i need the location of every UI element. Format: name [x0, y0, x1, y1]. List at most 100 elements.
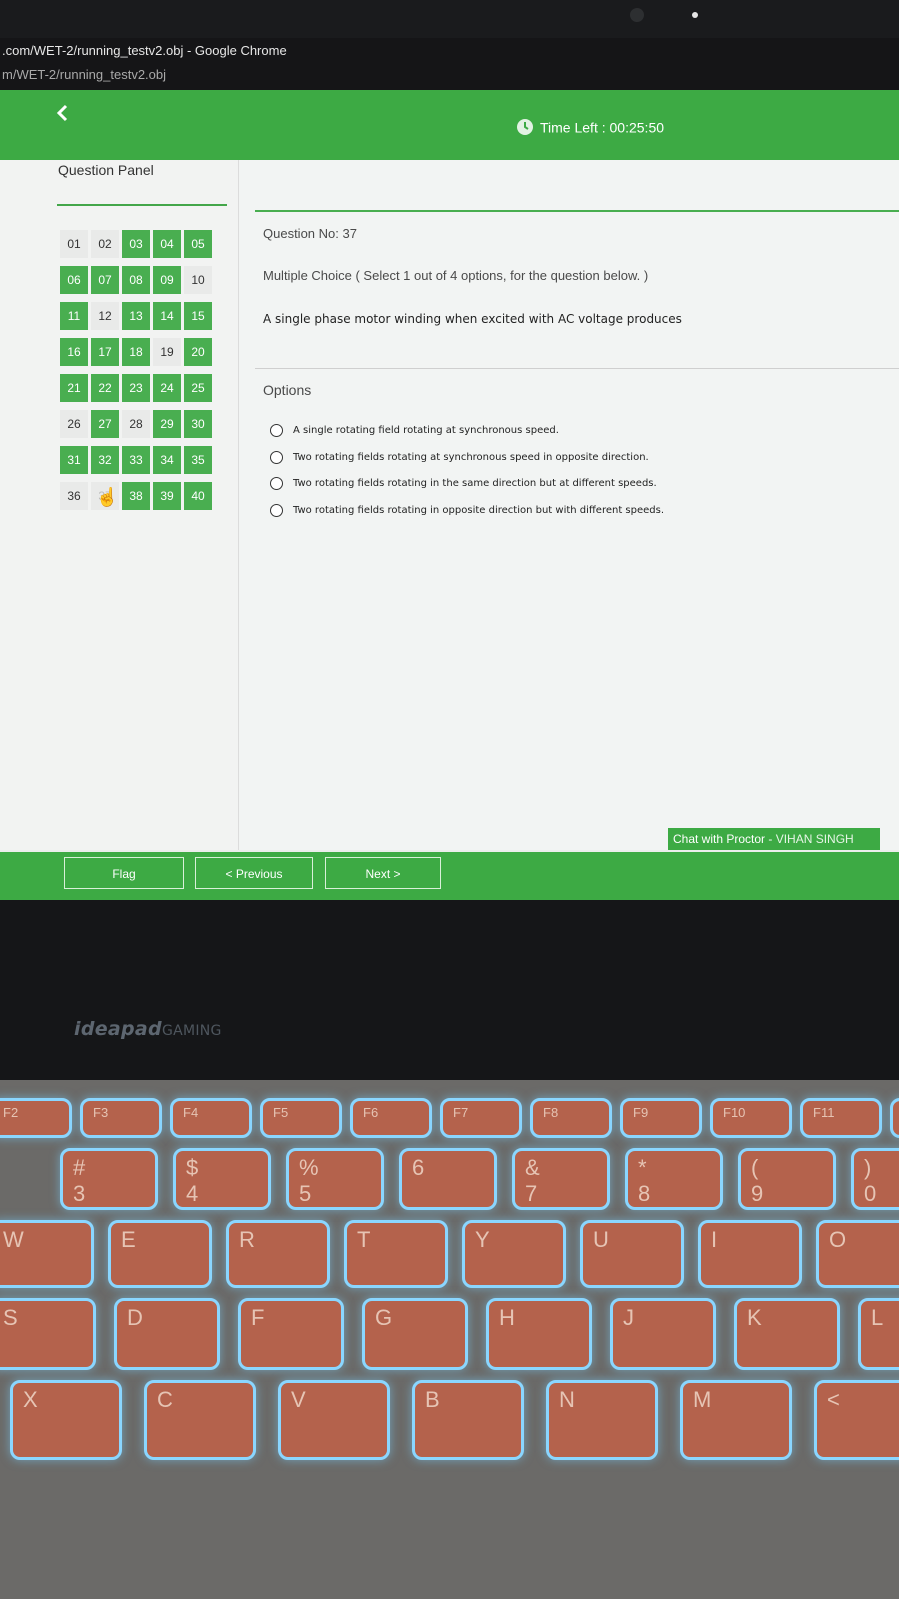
key-home-row-4[interactable]: H — [486, 1298, 592, 1370]
time-left: Time Left : 00:25:50 — [516, 116, 664, 137]
question-cell-30[interactable]: 30 — [184, 410, 212, 438]
key-number-row-7[interactable]: ) 0 — [851, 1148, 899, 1210]
key-number-row-5[interactable]: * 8 — [625, 1148, 723, 1210]
radio-button[interactable] — [270, 451, 283, 464]
question-cell-29[interactable]: 29 — [153, 410, 181, 438]
key-bottom-row-5[interactable]: M — [680, 1380, 792, 1460]
key-home-row-1[interactable]: D — [114, 1298, 220, 1370]
question-cell-10[interactable]: 10 — [184, 266, 212, 294]
question-cell-04[interactable]: 04 — [153, 230, 181, 258]
question-cell-34[interactable]: 34 — [153, 446, 181, 474]
question-cell-07[interactable]: 07 — [91, 266, 119, 294]
question-cell-01[interactable]: 01 — [60, 230, 88, 258]
question-cell-05[interactable]: 05 — [184, 230, 212, 258]
question-cell-31[interactable]: 31 — [60, 446, 88, 474]
question-cell-35[interactable]: 35 — [184, 446, 212, 474]
footer-bar: Flag < Previous Next > — [0, 852, 899, 900]
key-bottom-row-4[interactable]: N — [546, 1380, 658, 1460]
key-home-row-5[interactable]: J — [610, 1298, 716, 1370]
question-cell-20[interactable]: 20 — [184, 338, 212, 366]
key-top-row-1[interactable]: E — [108, 1220, 212, 1288]
option-1[interactable]: A single rotating field rotating at sync… — [270, 424, 559, 437]
key-home-row-3[interactable]: G — [362, 1298, 468, 1370]
key-top-row-3[interactable]: T — [344, 1220, 448, 1288]
key-bottom-row-3[interactable]: B — [412, 1380, 524, 1460]
browser-url[interactable]: m/WET-2/running_testv2.obj — [0, 64, 899, 90]
key-fn-row-6[interactable]: F8 — [530, 1098, 612, 1138]
key-fn-row-10[interactable]: F12 — [890, 1098, 899, 1138]
key-fn-row-4[interactable]: F6 — [350, 1098, 432, 1138]
question-cell-22[interactable]: 22 — [91, 374, 119, 402]
key-number-row-2[interactable]: % 5 — [286, 1148, 384, 1210]
question-panel-title: Question Panel — [58, 162, 154, 178]
key-number-row-1[interactable]: $ 4 — [173, 1148, 271, 1210]
question-cell-39[interactable]: 39 — [153, 482, 181, 510]
question-cell-03[interactable]: 03 — [122, 230, 150, 258]
question-cell-17[interactable]: 17 — [91, 338, 119, 366]
radio-button[interactable] — [270, 424, 283, 437]
question-cell-14[interactable]: 14 — [153, 302, 181, 330]
previous-button[interactable]: < Previous — [195, 857, 313, 889]
key-fn-row-1[interactable]: F3 — [80, 1098, 162, 1138]
key-home-row-6[interactable]: K — [734, 1298, 840, 1370]
next-button[interactable]: Next > — [325, 857, 441, 889]
back-chevron-icon[interactable] — [52, 100, 74, 126]
question-cell-28[interactable]: 28 — [122, 410, 150, 438]
key-bottom-row-6[interactable]: < — [814, 1380, 899, 1460]
question-cell-32[interactable]: 32 — [91, 446, 119, 474]
radio-button[interactable] — [270, 504, 283, 517]
key-top-row-2[interactable]: R — [226, 1220, 330, 1288]
question-cell-11[interactable]: 11 — [60, 302, 88, 330]
question-cell-33[interactable]: 33 — [122, 446, 150, 474]
key-legend: F11 — [813, 1105, 835, 1120]
key-top-row-4[interactable]: Y — [462, 1220, 566, 1288]
key-fn-row-8[interactable]: F10 — [710, 1098, 792, 1138]
question-cell-27[interactable]: 27 — [91, 410, 119, 438]
chat-with-proctor-button[interactable]: Chat with Proctor - VIHAN SINGH — [668, 828, 880, 850]
key-fn-row-9[interactable]: F11 — [800, 1098, 882, 1138]
key-fn-row-7[interactable]: F9 — [620, 1098, 702, 1138]
question-cell-16[interactable]: 16 — [60, 338, 88, 366]
question-cell-06[interactable]: 06 — [60, 266, 88, 294]
question-cell-21[interactable]: 21 — [60, 374, 88, 402]
key-home-row-7[interactable]: L — [858, 1298, 899, 1370]
option-3[interactable]: Two rotating fields rotating in the same… — [270, 477, 657, 490]
key-number-row-0[interactable]: # 3 — [60, 1148, 158, 1210]
question-cell-25[interactable]: 25 — [184, 374, 212, 402]
key-top-row-6[interactable]: I — [698, 1220, 802, 1288]
key-home-row-2[interactable]: F — [238, 1298, 344, 1370]
key-number-row-6[interactable]: ( 9 — [738, 1148, 836, 1210]
key-bottom-row-2[interactable]: V — [278, 1380, 390, 1460]
question-cell-23[interactable]: 23 — [122, 374, 150, 402]
question-cell-26[interactable]: 26 — [60, 410, 88, 438]
option-2[interactable]: Two rotating fields rotating at synchron… — [270, 451, 649, 464]
option-2-text: Two rotating fields rotating at synchron… — [293, 452, 649, 463]
question-cell-38[interactable]: 38 — [122, 482, 150, 510]
key-number-row-4[interactable]: & 7 — [512, 1148, 610, 1210]
question-cell-08[interactable]: 08 — [122, 266, 150, 294]
question-cell-36[interactable]: 36 — [60, 482, 88, 510]
question-cell-24[interactable]: 24 — [153, 374, 181, 402]
option-4[interactable]: Two rotating fields rotating in opposite… — [270, 504, 664, 517]
question-cell-18[interactable]: 18 — [122, 338, 150, 366]
question-cell-40[interactable]: 40 — [184, 482, 212, 510]
key-fn-row-3[interactable]: F5 — [260, 1098, 342, 1138]
key-top-row-7[interactable]: O — [816, 1220, 899, 1288]
question-cell-19[interactable]: 19 — [153, 338, 181, 366]
key-bottom-row-0[interactable]: X — [10, 1380, 122, 1460]
key-fn-row-5[interactable]: F7 — [440, 1098, 522, 1138]
question-cell-02[interactable]: 02 — [91, 230, 119, 258]
question-cell-12[interactable]: 12 — [91, 302, 119, 330]
key-fn-row-0[interactable]: F2 — [0, 1098, 72, 1138]
radio-button[interactable] — [270, 477, 283, 490]
question-cell-13[interactable]: 13 — [122, 302, 150, 330]
question-cell-09[interactable]: 09 — [153, 266, 181, 294]
key-fn-row-2[interactable]: F4 — [170, 1098, 252, 1138]
question-cell-15[interactable]: 15 — [184, 302, 212, 330]
key-top-row-0[interactable]: W — [0, 1220, 94, 1288]
key-bottom-row-1[interactable]: C — [144, 1380, 256, 1460]
key-top-row-5[interactable]: U — [580, 1220, 684, 1288]
key-number-row-3[interactable]: 6 — [399, 1148, 497, 1210]
flag-button[interactable]: Flag — [64, 857, 184, 889]
key-home-row-0[interactable]: S — [0, 1298, 96, 1370]
